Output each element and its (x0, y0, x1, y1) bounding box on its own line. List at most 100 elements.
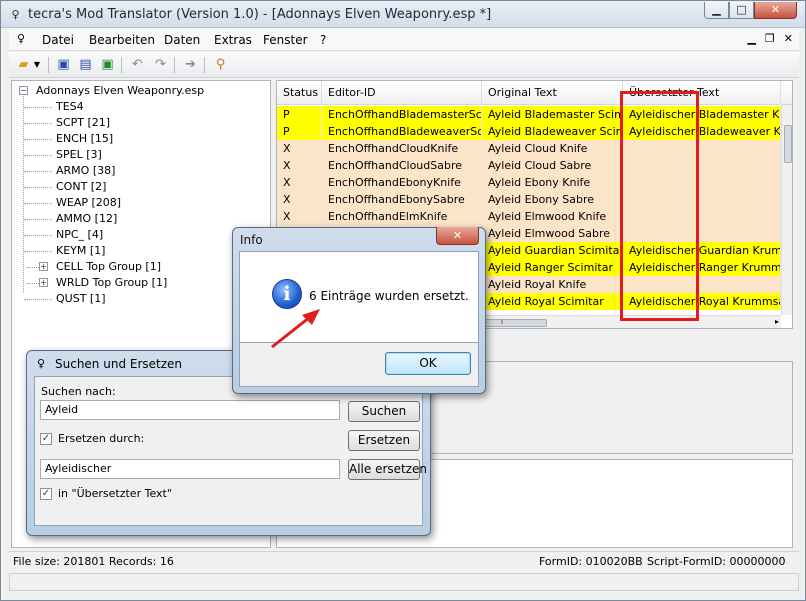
menu-bar: ♀ Datei Bearbeiten Daten Extras Fenster … (9, 29, 799, 51)
table-row[interactable]: X EnchOffhandElmKnife Ayleid Elmwood Knife (277, 208, 781, 225)
tree-node[interactable]: ARMO [38] (56, 164, 115, 177)
tree-node[interactable]: QUST [1] (56, 292, 106, 305)
tree-root[interactable]: Adonnays Elven Weaponry.esp (36, 84, 204, 97)
scope-checkbox[interactable]: ✓ (40, 488, 52, 500)
column-status[interactable]: Status (277, 81, 322, 105)
cell-original-text: Ayleid Blademaster Scimitar (482, 106, 623, 123)
scrollbar-thumb[interactable] (784, 125, 792, 163)
tree-connector (24, 171, 52, 172)
grid-vertical-scrollbar[interactable] (781, 105, 792, 315)
replace-label: Ersetzen durch: (58, 432, 145, 445)
tree-connector (24, 123, 52, 124)
dropdown-arrow-icon[interactable]: ▼ (32, 56, 42, 73)
bottom-scrollbar[interactable] (9, 573, 799, 591)
mdi-close-button[interactable]: ✕ (784, 32, 793, 45)
document-icon[interactable]: ♀ (17, 32, 25, 45)
table-row[interactable]: X EnchOffhandEbonySabre Ayleid Ebony Sabre (277, 191, 781, 208)
collapse-icon[interactable]: − (19, 86, 28, 95)
replace-checkbox[interactable]: ✓ (40, 433, 52, 445)
menu-bearbeiten[interactable]: Bearbeiten (89, 33, 155, 47)
table-row[interactable]: X EnchOffhandCloudKnife Ayleid Cloud Knife (277, 140, 781, 157)
navigate-icon[interactable]: ➔ (182, 56, 199, 73)
cell-original-text: Ayleid Ebony Sabre (482, 191, 623, 208)
window-title: tecra's Mod Translator (Version 1.0) - [… (28, 7, 492, 22)
dialog-title: Info (240, 233, 263, 247)
search-input[interactable]: Ayleid (40, 400, 340, 420)
tree-node[interactable]: CELL Top Group [1] (56, 260, 161, 273)
menu-help[interactable]: ? (320, 33, 326, 47)
save-all-icon[interactable]: ▣ (99, 56, 116, 73)
caption-buttons: ▁ □ ✕ (704, 2, 797, 19)
expand-icon[interactable]: + (39, 262, 48, 271)
expand-icon[interactable]: + (39, 278, 48, 287)
annotation-arrow (271, 309, 320, 349)
title-bar[interactable]: ♀ tecra's Mod Translator (Version 1.0) -… (1, 1, 805, 28)
menu-extras[interactable]: Extras (214, 33, 252, 47)
cell-original-text: Ayleid Guardian Scimitar (482, 242, 623, 259)
tree-node[interactable]: AMMO [12] (56, 212, 117, 225)
cell-status: X (277, 191, 322, 208)
cell-editor-id: EnchOffhandEbonySabre (322, 191, 482, 208)
cell-editor-id: EnchOffhandBladeweaverScim (322, 123, 482, 140)
cell-editor-id: EnchOffhandEbonyKnife (322, 174, 482, 191)
cell-status: X (277, 157, 322, 174)
tree-node[interactable]: TES4 (56, 100, 84, 113)
status-bar: File size: 201801 Records: 16 FormID: 01… (9, 551, 799, 571)
tree-node[interactable]: NPC_ [4] (56, 228, 103, 241)
column-editor-id[interactable]: Editor-ID (322, 81, 482, 105)
cell-status: X (277, 208, 322, 225)
ok-button[interactable]: OK (385, 352, 471, 375)
cell-original-text: Ayleid Bladeweaver Scimitar (482, 123, 623, 140)
close-button[interactable]: ✕ (436, 227, 479, 245)
table-row[interactable]: P EnchOffhandBladeweaverScim Ayleid Bladew… (277, 123, 781, 140)
close-button[interactable]: ✕ (754, 2, 797, 19)
menu-fenster[interactable]: Fenster (263, 33, 308, 47)
save-icon[interactable]: ▣ (55, 56, 72, 73)
tree-node[interactable]: WRLD Top Group [1] (56, 276, 167, 289)
scroll-right-icon[interactable]: ▸ (775, 317, 779, 326)
cell-original-text: Ayleid Elmwood Sabre (482, 225, 623, 242)
tree-connector (23, 96, 24, 293)
replace-all-button[interactable]: Alle ersetzen (348, 459, 427, 480)
tree-node[interactable]: KEYM [1] (56, 244, 105, 257)
cell-editor-id: EnchOffhandCloudSabre (322, 157, 482, 174)
toolbar: ▰ ▼ ▣ ▤ ▣ ↶ ↷ ➔ ⚲ (9, 52, 799, 78)
replace-input[interactable]: Ayleidischer (40, 459, 340, 479)
menu-datei[interactable]: Datei (42, 33, 74, 47)
tree-node[interactable]: SCPT [21] (56, 116, 110, 129)
cell-original-text: Ayleid Ebony Knife (482, 174, 623, 191)
app-icon: ♀ (37, 357, 46, 370)
search-icon[interactable]: ⚲ (212, 56, 229, 73)
search-button[interactable]: Suchen (348, 401, 420, 422)
table-row[interactable]: X EnchOffhandEbonyKnife Ayleid Ebony Knife (277, 174, 781, 191)
tree-node[interactable]: WEAP [208] (56, 196, 121, 209)
tree-connector (24, 219, 52, 220)
tree-connector (24, 139, 52, 140)
tree-node[interactable]: ENCH [15] (56, 132, 113, 145)
tree-node[interactable]: SPEL [3] (56, 148, 102, 161)
mdi-restore-button[interactable]: ❐ (765, 32, 775, 45)
toolbar-separator (174, 57, 175, 73)
tree-connector (24, 187, 52, 188)
undo-icon[interactable]: ↶ (129, 56, 146, 73)
minimize-button[interactable]: ▁ (704, 2, 729, 19)
cell-status: P (277, 106, 322, 123)
app-icon: ♀ (11, 8, 20, 21)
cell-original-text: Ayleid Elmwood Knife (482, 208, 623, 225)
cell-editor-id: EnchOffhandCloudKnife (322, 140, 482, 157)
open-folder-icon[interactable]: ▰ (15, 56, 32, 73)
dialog-title: Suchen und Ersetzen (55, 357, 183, 371)
table-row[interactable]: X EnchOffhandCloudSabre Ayleid Cloud Sabre (277, 157, 781, 174)
redo-icon[interactable]: ↷ (152, 56, 169, 73)
maximize-button[interactable]: □ (729, 2, 754, 19)
mdi-minimize-button[interactable]: ▁ (747, 32, 755, 45)
tree-node[interactable]: CONT [2] (56, 180, 106, 193)
tree-connector (24, 203, 52, 204)
replace-button[interactable]: Ersetzen (348, 430, 420, 451)
save-as-icon[interactable]: ▤ (77, 56, 94, 73)
menu-daten[interactable]: Daten (164, 33, 200, 47)
script-form-id: Script-FormID: 00000000 (647, 555, 786, 568)
tree-connector (24, 155, 52, 156)
table-row[interactable]: P EnchOffhandBlademasterScim Ayleid Bladem… (277, 106, 781, 123)
column-original-text[interactable]: Original Text (482, 81, 623, 105)
